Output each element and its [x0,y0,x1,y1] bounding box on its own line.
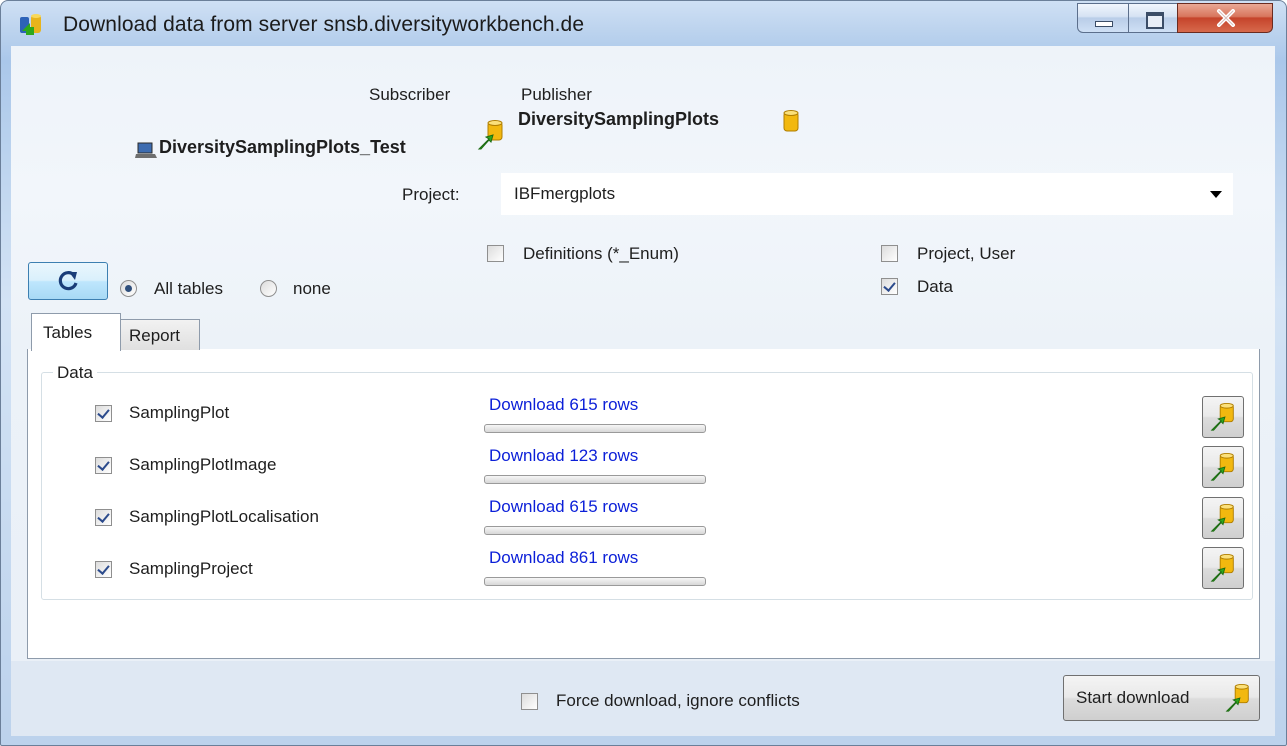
definitions-checkbox[interactable] [487,245,504,262]
download-link[interactable]: Download 615 rows [489,395,638,415]
download-arrow-icon [1225,683,1249,712]
none-radio[interactable] [260,280,277,297]
subscriber-label: Subscriber [369,85,451,104]
all-tables-label: All tables [154,279,223,298]
progress-bar [484,526,706,535]
download-arrow-icon [1210,553,1234,582]
definitions-label: Definitions (*_Enum) [523,244,679,263]
none-label: none [293,279,331,298]
publisher-label: Publisher [521,85,592,104]
dialog-window: Download data from server snsb.diversity… [0,0,1287,746]
download-link[interactable]: Download 123 rows [489,446,638,466]
project-select-value: IBFmergplots [514,184,616,203]
table-checkbox-samplingplotlocalisation[interactable] [95,509,112,526]
download-table-button[interactable] [1202,446,1244,488]
download-arrow-icon [1210,503,1234,532]
download-link[interactable]: Download 861 rows [489,548,638,568]
refresh-button[interactable] [28,262,108,300]
subscriber-database-name: DiversitySamplingPlots_Test [159,137,406,157]
project-user-label: Project, User [917,244,1016,263]
table-name: SamplingPlot [129,403,230,422]
laptop-icon [135,142,157,158]
chevron-down-icon[interactable] [1210,191,1222,198]
table-name: SamplingProject [129,559,253,578]
maximize-icon [1146,12,1164,29]
data-group-title: Data [53,363,97,383]
table-name: SamplingPlotImage [129,455,277,474]
close-icon [1217,9,1235,27]
all-tables-radio[interactable] [120,280,137,297]
minimize-icon [1095,21,1113,27]
publisher-database-name: DiversitySamplingPlots [518,109,720,129]
project-select[interactable]: IBFmergplots [501,173,1233,215]
download-arrow-icon [1210,452,1234,481]
progress-bar [484,424,706,433]
table-name: SamplingPlotLocalisation [129,507,319,526]
table-checkbox-samplingplotimage[interactable] [95,457,112,474]
tab-report[interactable]: Report [120,319,200,350]
maximize-button[interactable] [1128,3,1178,33]
force-download-label: Force download, ignore conflicts [556,691,800,710]
project-label: Project: [402,185,460,204]
data-checkbox[interactable] [881,278,898,295]
title-bar[interactable]: Download data from server snsb.diversity… [1,1,1286,39]
refresh-icon [58,271,78,291]
tab-tables[interactable]: Tables [31,313,121,351]
app-icon [20,14,41,35]
project-user-checkbox[interactable] [881,245,898,262]
window-title: Download data from server snsb.diversity… [63,13,585,36]
minimize-button[interactable] [1077,3,1129,33]
download-table-button[interactable] [1202,497,1244,539]
download-table-button[interactable] [1202,396,1244,438]
start-download-label: Start download [1076,688,1190,707]
table-checkbox-samplingplot[interactable] [95,405,112,422]
table-checkbox-samplingproject[interactable] [95,561,112,578]
download-arrow-icon [1210,402,1234,431]
tab-report-label: Report [129,326,181,345]
download-table-button[interactable] [1202,547,1244,589]
database-icon [783,110,799,132]
start-download-button[interactable]: Start download [1063,675,1260,721]
tab-tables-label: Tables [43,323,93,342]
data-label: Data [917,277,953,296]
progress-bar [484,475,706,484]
download-arrow-icon [477,120,503,150]
force-download-checkbox[interactable] [521,693,538,710]
close-button[interactable] [1177,3,1273,33]
download-link[interactable]: Download 615 rows [489,497,638,517]
progress-bar [484,577,706,586]
